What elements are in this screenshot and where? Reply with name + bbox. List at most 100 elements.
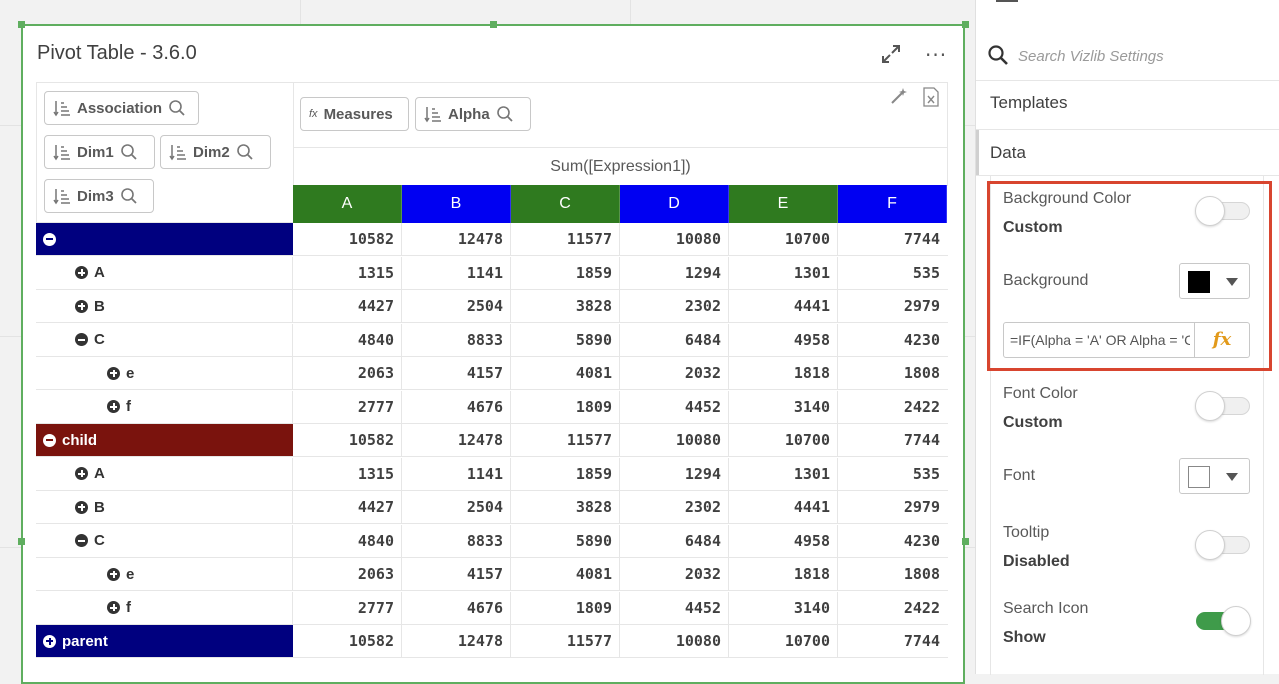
row-label[interactable]: parent [36, 625, 293, 657]
row-label[interactable]: C [36, 524, 293, 557]
search-icon[interactable] [168, 99, 186, 117]
expand-icon[interactable] [75, 266, 88, 279]
row-label[interactable]: A [36, 457, 293, 490]
font-color-picker[interactable] [1179, 458, 1250, 494]
expand-icon[interactable] [107, 567, 120, 581]
expand-icon[interactable] [107, 400, 120, 413]
expand-icon[interactable] [75, 467, 88, 480]
row-label[interactable]: child [36, 424, 293, 456]
column-header[interactable]: C [511, 185, 620, 223]
resize-handle[interactable] [490, 21, 497, 28]
sort-icon [424, 107, 441, 123]
table-cell: 2979 [903, 498, 940, 516]
expand-icon[interactable] [75, 500, 88, 514]
table-row: f 2777 4676 1809 4452 3140 2422 [36, 591, 948, 625]
magic-wand-icon[interactable] [890, 87, 908, 105]
expand-icon[interactable] [107, 366, 120, 380]
table-cell: 6484 [620, 323, 729, 356]
table-cell: 1809 [511, 390, 620, 423]
row-label[interactable] [36, 223, 293, 255]
table-cell: 1809 [511, 591, 620, 624]
font-color-toggle[interactable] [1195, 391, 1250, 421]
row-label[interactable]: f [36, 390, 293, 423]
table-cell: 7744 [903, 632, 940, 650]
table-cell: 2032 [620, 558, 729, 590]
table-cell: 4081 [511, 558, 620, 590]
search-icon[interactable] [496, 105, 514, 123]
table-cell: 1301 [729, 457, 838, 490]
export-excel-icon[interactable] [922, 87, 940, 107]
row-label[interactable]: C [36, 323, 293, 356]
resize-handle[interactable] [962, 538, 969, 545]
dimension-pill-dim1[interactable]: Dim1 [44, 135, 155, 169]
table-cell: 2979 [903, 297, 940, 315]
pill-label: Dim3 [77, 187, 114, 205]
table-cell: 10700 [729, 223, 838, 255]
tooltip-toggle[interactable] [1195, 530, 1250, 560]
menu-icon[interactable] [996, 0, 1018, 2]
resize-handle[interactable] [18, 538, 25, 545]
sort-icon [53, 145, 70, 161]
table-cell: 2063 [293, 558, 402, 590]
dimension-pill-association[interactable]: Association [44, 91, 199, 125]
row-label-text: B [94, 498, 105, 516]
pill-label: Dim2 [193, 143, 230, 161]
table-cell: 7744 [903, 230, 940, 248]
expand-icon[interactable] [880, 43, 902, 65]
sort-icon [169, 145, 186, 161]
expand-icon[interactable] [75, 299, 88, 313]
search-icon[interactable] [236, 143, 254, 161]
collapse-icon[interactable] [75, 534, 88, 547]
dimension-pill-dim3[interactable]: Dim3 [44, 179, 154, 213]
background-expression-field[interactable]: fx [1003, 322, 1250, 358]
table-cell: 6484 [620, 524, 729, 557]
fx-button[interactable]: fx [1194, 323, 1249, 357]
table-cell: 3140 [729, 591, 838, 624]
resize-handle[interactable] [18, 21, 25, 28]
table-cell: 10080 [620, 625, 729, 657]
row-label[interactable]: A [36, 256, 293, 289]
table-cell: 4081 [511, 357, 620, 389]
search-icon[interactable] [120, 143, 138, 161]
table-cell: 2422 [903, 598, 940, 617]
background-color-picker[interactable] [1179, 263, 1250, 299]
row-label[interactable]: B [36, 491, 293, 523]
divider [976, 129, 1279, 130]
table-cell: 1141 [402, 457, 511, 490]
column-header[interactable]: B [402, 185, 511, 223]
search-settings-input[interactable] [1016, 40, 1270, 72]
table-cell: 3828 [511, 290, 620, 322]
background-color-value: Custom [1003, 219, 1063, 236]
collapse-icon[interactable] [75, 333, 88, 346]
column-header[interactable]: F [838, 185, 947, 223]
table-cell: 4840 [293, 524, 402, 557]
table-cell: 8833 [402, 323, 511, 356]
pill-label: Association [77, 99, 163, 117]
search-icon-toggle[interactable] [1196, 606, 1251, 636]
expand-icon[interactable] [43, 634, 56, 648]
resize-handle[interactable] [962, 21, 969, 28]
row-label-text: e [126, 565, 135, 583]
row-label[interactable]: e [36, 558, 293, 590]
collapse-icon[interactable] [43, 232, 56, 246]
more-options-icon[interactable]: ··· [925, 43, 947, 67]
column-header[interactable]: D [620, 185, 729, 223]
dimension-pill-dim2[interactable]: Dim2 [160, 135, 271, 169]
column-header[interactable]: A [293, 185, 402, 223]
row-label[interactable]: e [36, 357, 293, 389]
background-color-toggle[interactable] [1195, 196, 1250, 226]
row-label[interactable]: f [36, 591, 293, 624]
row-label[interactable]: B [36, 290, 293, 322]
collapse-icon[interactable] [43, 433, 56, 447]
table-cell: 1315 [293, 256, 402, 289]
search-icon[interactable] [120, 187, 138, 205]
dimension-pill-alpha[interactable]: Alpha [415, 97, 531, 131]
table-cell: 1141 [402, 256, 511, 289]
section-templates[interactable]: Templates [990, 93, 1067, 113]
expression-input[interactable] [1010, 330, 1190, 350]
measures-pill[interactable]: fx Measures [300, 97, 409, 131]
expand-icon[interactable] [107, 601, 120, 614]
table-cell: 10700 [729, 424, 838, 456]
section-data[interactable]: Data [990, 143, 1026, 163]
column-header[interactable]: E [729, 185, 838, 223]
